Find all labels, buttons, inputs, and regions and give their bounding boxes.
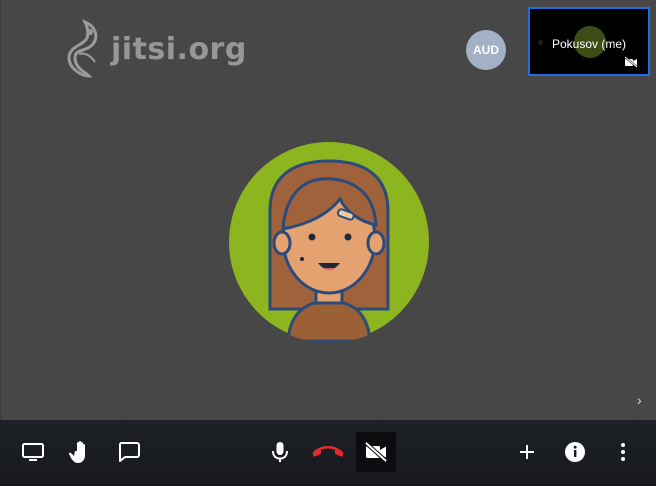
hangup-icon (313, 446, 343, 457)
conference-stage: jitsi.org AUD Pokusov (me) › (0, 0, 656, 420)
microphone-icon (272, 442, 288, 462)
remote-participant-badge[interactable]: AUD (466, 30, 506, 70)
screen-share-button[interactable] (13, 432, 53, 472)
avatar-illustration (229, 142, 429, 343)
hangup-button[interactable] (308, 432, 348, 472)
raise-hand-icon (68, 440, 85, 463)
toolbar (0, 420, 656, 486)
camera-off-icon (364, 441, 388, 463)
microphone-button[interactable] (260, 432, 300, 472)
more-options-icon (621, 443, 625, 461)
more-options-button[interactable] (603, 432, 643, 472)
info-button[interactable] (555, 432, 595, 472)
add-participant-button[interactable] (507, 432, 547, 472)
camera-off-small-icon (624, 56, 638, 68)
screen-share-icon (22, 443, 44, 461)
add-participant-icon (520, 445, 534, 459)
participant-avatar (228, 141, 430, 343)
raise-hand-button[interactable] (61, 432, 101, 472)
thumbnail-name: Pokusov (me) (551, 37, 627, 51)
logo-text: jitsi.org (111, 31, 247, 67)
chat-button[interactable] (109, 432, 149, 472)
local-video-thumbnail[interactable]: Pokusov (me) (528, 7, 650, 76)
chevron-right-icon[interactable]: › (637, 392, 642, 408)
chat-icon (119, 442, 140, 462)
jitsi-logo[interactable]: jitsi.org (65, 18, 247, 80)
info-icon (565, 442, 585, 462)
jitsi-logo-icon (67, 19, 98, 78)
camera-toggle-button[interactable] (356, 432, 396, 472)
